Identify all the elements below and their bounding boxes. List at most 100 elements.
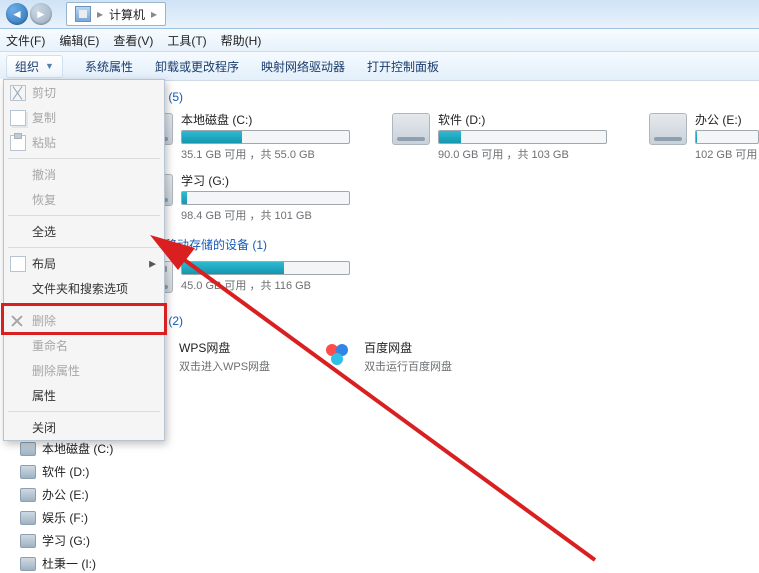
organize-menu: 剪切 复制 粘贴 撤消 恢复 全选 布局 文件夹和搜索选项 删除 重命名 删除属… [3,79,165,441]
menu-folder-search-options-label: 文件夹和搜索选项 [32,280,128,297]
menu-selectall-label: 全选 [32,223,56,240]
chevron-right-icon: ▸ [97,7,103,21]
sidebar-item-label: 办公 (E:) [42,486,89,503]
menu-separator [8,158,160,159]
content: 硬盘 (5) 本地磁盘 (C:) 35.1 GB 可用 ，共 55.0 GB 软… [125,79,759,573]
drive-e[interactable]: 办公 (E:) 102 GB 可用 ，共 [649,111,759,162]
sidebar-drive-e[interactable]: 办公 (E:) [0,483,124,506]
toolbar-controlpanel[interactable]: 打开控制面板 [367,58,439,75]
drive-c[interactable]: 本地磁盘 (C:) 35.1 GB 可用 ，共 55.0 GB [135,111,350,162]
baidu-icon [320,339,354,369]
section-other[interactable]: 其他 (2) [135,309,759,335]
menu-cut[interactable]: 剪切 [4,80,164,105]
drive-e-bar [695,130,759,144]
drive-d[interactable]: 软件 (D:) 90.0 GB 可用 ，共 103 GB [392,111,607,162]
toolbar-mapnet[interactable]: 映射网络驱动器 [261,58,345,75]
menu-layout-label: 布局 [32,255,56,272]
address-bar[interactable]: ▸ 计算机 ▸ [66,2,166,26]
drive-d-icon [392,113,430,145]
app-wps-sub: 双击进入WPS网盘 [179,358,270,374]
menu-help[interactable]: 帮助(H) [221,32,262,49]
drive-d-name: 软件 (D:) [438,111,607,128]
sidebar-drive-d[interactable]: 软件 (D:) [0,460,124,483]
menu-folder-search-options[interactable]: 文件夹和搜索选项 [4,276,164,301]
menu-close[interactable]: 关闭 [4,415,164,440]
section-removable[interactable]: 有可移动存储的设备 (1) [135,233,759,259]
layout-icon [10,256,26,272]
copy-icon [10,110,26,126]
menu-selectall[interactable]: 全选 [4,219,164,244]
menu-layout[interactable]: 布局 [4,251,164,276]
computer-icon [75,6,91,22]
menu-separator [8,215,160,216]
drive-g[interactable]: 学习 (G:) 98.4 GB 可用 ，共 101 GB [135,172,350,223]
drive-icon [20,511,36,525]
chevron-right-icon: ▸ [151,7,157,21]
drive-c-sub: 35.1 GB 可用 ，共 55.0 GB [181,146,350,162]
menu-remove-props-label: 删除属性 [32,362,80,379]
sidebar-item-label: 娱乐 (F:) [42,509,88,526]
section-hdd[interactable]: 硬盘 (5) [135,85,759,111]
arrow-left-icon: ◄ [11,7,23,21]
sidebar-drive-g[interactable]: 学习 (G:) [0,529,124,552]
menu-rename[interactable]: 重命名 [4,333,164,358]
app-baidu-name: 百度网盘 [364,339,452,356]
menu-paste-label: 粘贴 [32,134,56,151]
app-baidu[interactable]: 百度网盘 双击运行百度网盘 [320,339,452,374]
drive-icon [20,534,36,548]
menu-copy-label: 复制 [32,109,56,126]
sidebar-item-label: 学习 (G:) [42,532,90,549]
menu-undo-label: 撤消 [32,166,56,183]
menu-redo[interactable]: 恢复 [4,187,164,212]
menu-delete-label: 删除 [32,312,56,329]
drive-c-bar [181,130,350,144]
drive-g-bar [181,191,350,205]
menu-undo[interactable]: 撤消 [4,162,164,187]
drive-g-sub: 98.4 GB 可用 ，共 101 GB [181,207,350,223]
menu-delete[interactable]: 删除 [4,308,164,333]
menu-cut-label: 剪切 [32,84,56,101]
sidebar-item-label: 软件 (D:) [42,463,89,480]
sidebar-drive-i[interactable]: 杜秉一 (I:) [0,552,124,573]
menu-copy[interactable]: 复制 [4,105,164,130]
paste-icon [10,135,26,151]
drive-icon [20,488,36,502]
menu-rename-label: 重命名 [32,337,68,354]
arrow-right-icon: ► [35,7,47,21]
sidebar-item-label: 本地磁盘 (C:) [42,440,113,457]
drive-removable-sub: 45.0 GB 可用 ，共 116 GB [181,277,350,293]
menu-paste[interactable]: 粘贴 [4,130,164,155]
drive-removable[interactable]: 45.0 GB 可用 ，共 116 GB [135,259,350,293]
menu-view[interactable]: 查看(V) [113,32,153,49]
drive-icon [20,557,36,571]
toolbar: 组织 ▼ 系统属性 卸载或更改程序 映射网络驱动器 打开控制面板 [0,52,759,81]
delete-icon [10,314,24,328]
app-wps-name: WPS网盘 [179,339,270,356]
menu-properties[interactable]: 属性 [4,383,164,408]
drive-d-bar [438,130,607,144]
app-baidu-sub: 双击运行百度网盘 [364,358,452,374]
menu-separator [8,247,160,248]
organize-label: 组织 [15,58,39,75]
toolbar-uninstall[interactable]: 卸载或更改程序 [155,58,239,75]
drive-e-name: 办公 (E:) [695,111,759,128]
nav-forward-button[interactable]: ► [30,3,52,25]
menu-edit[interactable]: 编辑(E) [59,32,99,49]
toolbar-sysprops[interactable]: 系统属性 [85,58,133,75]
nav-back-button[interactable]: ◄ [6,3,28,25]
sidebar-drive-f[interactable]: 娱乐 (F:) [0,506,124,529]
menu-file[interactable]: 文件(F) [6,32,45,49]
scissors-icon [10,85,26,101]
chevron-down-icon: ▼ [45,61,54,71]
drive-d-sub: 90.0 GB 可用 ，共 103 GB [438,146,607,162]
sidebar-item-label: 杜秉一 (I:) [42,555,96,572]
menu-tools[interactable]: 工具(T) [167,32,206,49]
drive-e-sub: 102 GB 可用 ，共 [695,146,759,162]
drive-icon [20,465,36,479]
breadcrumb-computer[interactable]: 计算机 [109,6,145,23]
menu-properties-label: 属性 [32,387,56,404]
menu-redo-label: 恢复 [32,191,56,208]
organize-button[interactable]: 组织 ▼ [6,55,63,78]
menu-close-label: 关闭 [32,419,56,436]
menu-remove-props[interactable]: 删除属性 [4,358,164,383]
